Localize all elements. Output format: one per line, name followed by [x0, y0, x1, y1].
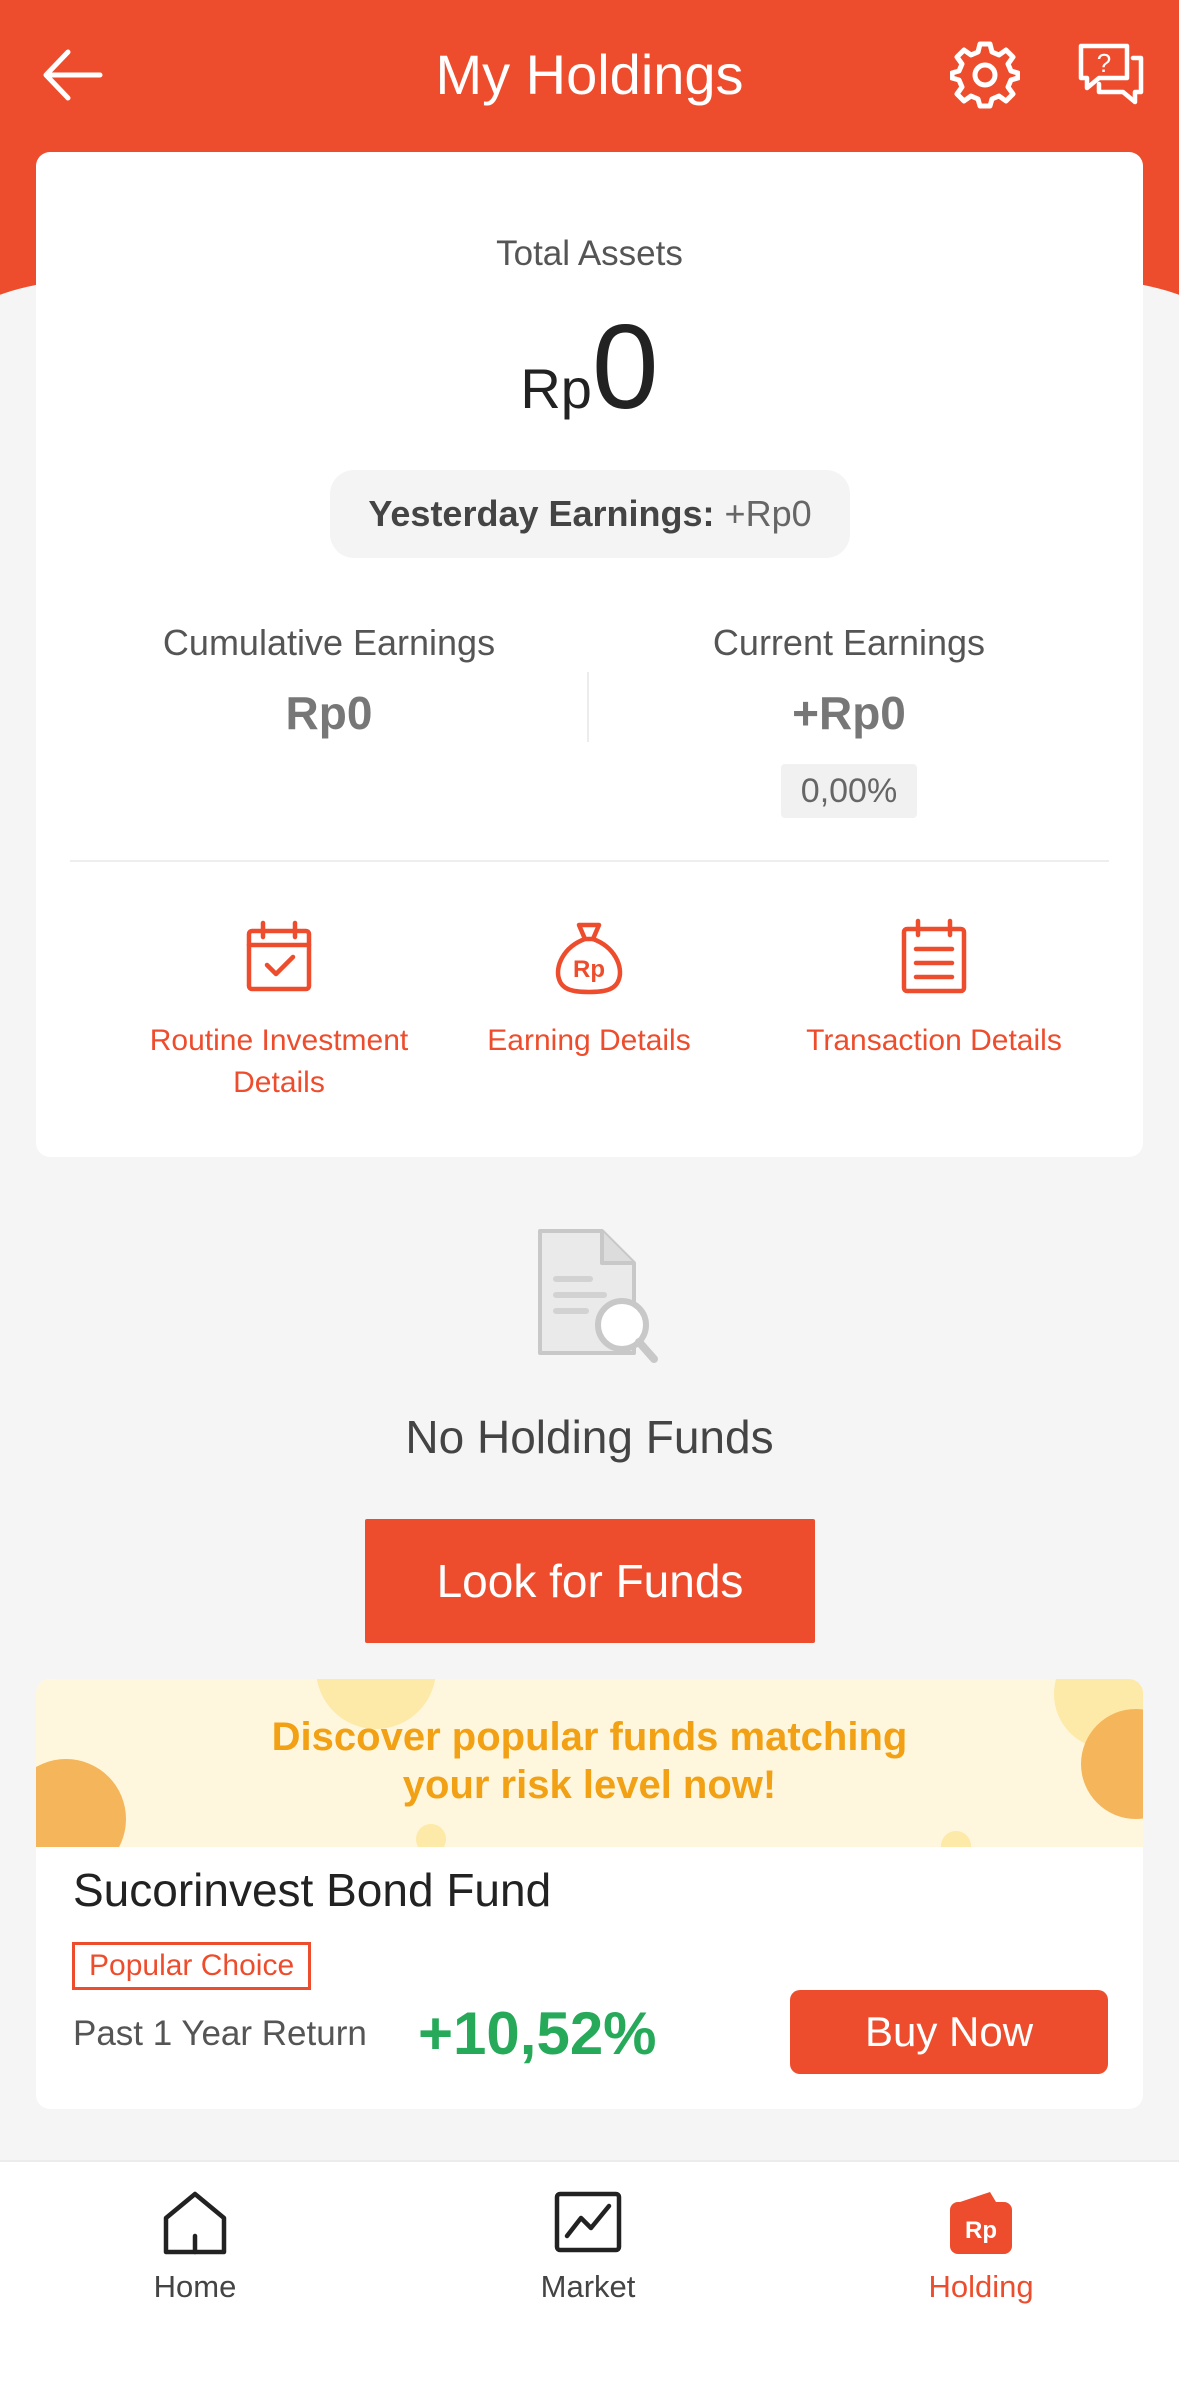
money-bag-icon: Rp [555, 922, 623, 995]
fund-name[interactable]: Sucorinvest Bond Fund [73, 1863, 551, 1917]
return-value: +10,52% [418, 2000, 657, 2067]
yesterday-earnings-label: Yesterday Earnings: [368, 493, 715, 534]
total-assets-label: Total Assets [496, 234, 683, 273]
look-for-funds-button[interactable]: Look for Funds [365, 1519, 815, 1643]
document-search-icon [538, 1229, 658, 1363]
buy-now-button[interactable]: Buy Now [790, 1990, 1108, 2074]
cumulative-earnings-label: Cumulative Earnings [162, 622, 496, 663]
chat-help-icon: ? [1078, 43, 1144, 105]
gear-icon [949, 41, 1021, 109]
no-holdings-message: No Holding Funds [405, 1411, 774, 1463]
calendar-list-icon [901, 918, 967, 994]
promo-text: Discover popular funds matching your ris… [36, 1713, 1143, 1809]
promo-banner: Discover popular funds matching your ris… [36, 1679, 1143, 1847]
current-earnings-value: +Rp0 [792, 687, 906, 739]
rp-wallet-icon: Rp [950, 2192, 1012, 2254]
yesterday-earnings-value: +Rp0 [724, 493, 812, 534]
coin-decoration [416, 1824, 446, 1847]
card-divider [70, 860, 1109, 862]
home-icon [163, 2191, 227, 2255]
current-earnings: Current Earnings +Rp0 [599, 622, 1099, 740]
earning-details-button[interactable]: Rp Earning Details [419, 917, 759, 1062]
return-label: Past 1 Year Return [73, 2014, 367, 2053]
bottom-navigation: Home Market Rp Holding [0, 2160, 1179, 2396]
routine-investment-details-button[interactable]: Routine Investment Details [109, 917, 449, 1104]
transaction-details-label: Transaction Details [806, 1024, 1062, 1057]
calendar-check-icon [246, 920, 312, 992]
coin-decoration [941, 1831, 971, 1847]
nav-holding-label: Holding [928, 2269, 1034, 2304]
routine-investment-details-label: Routine Investment Details [149, 1024, 409, 1099]
svg-text:Rp: Rp [573, 956, 605, 983]
top-bar: My Holdings ? [0, 0, 1179, 152]
popular-choice-tag: Popular Choice [72, 1942, 312, 1990]
cumulative-earnings-value: Rp0 [285, 687, 373, 739]
nav-item-holding[interactable]: Rp Holding [881, 2188, 1081, 2305]
earnings-divider [587, 672, 589, 742]
nav-item-market[interactable]: Market [488, 2188, 688, 2305]
nav-market-label: Market [540, 2269, 636, 2304]
transaction-details-button[interactable]: Transaction Details [764, 917, 1104, 1062]
cumulative-earnings: Cumulative Earnings Rp0 [79, 622, 579, 740]
svg-text:?: ? [1097, 48, 1111, 78]
help-chat-button[interactable]: ? [1075, 40, 1147, 110]
promo-line-1: Discover popular funds matching [271, 1715, 908, 1759]
chart-icon [554, 2191, 622, 2253]
yesterday-earnings-pill: Yesterday Earnings: +Rp0 [330, 470, 850, 558]
settings-button[interactable] [949, 40, 1021, 110]
nav-home-label: Home [153, 2269, 237, 2304]
total-assets-value: Rp0 [36, 307, 1143, 427]
nav-item-home[interactable]: Home [95, 2188, 295, 2305]
holding-badge-text: Rp [965, 2217, 997, 2244]
promo-line-2: your risk level now! [402, 1763, 777, 1807]
assets-card: Total Assets Rp0 Yesterday Earnings: +Rp… [36, 152, 1143, 1157]
currency-symbol: Rp [520, 357, 592, 420]
recommended-fund-card: Discover popular funds matching your ris… [36, 1679, 1143, 2109]
current-earnings-label: Current Earnings [712, 622, 986, 663]
earning-details-label: Earning Details [487, 1024, 691, 1057]
total-assets-amount: 0 [591, 300, 659, 434]
current-earnings-percent: 0,00% [781, 764, 917, 818]
